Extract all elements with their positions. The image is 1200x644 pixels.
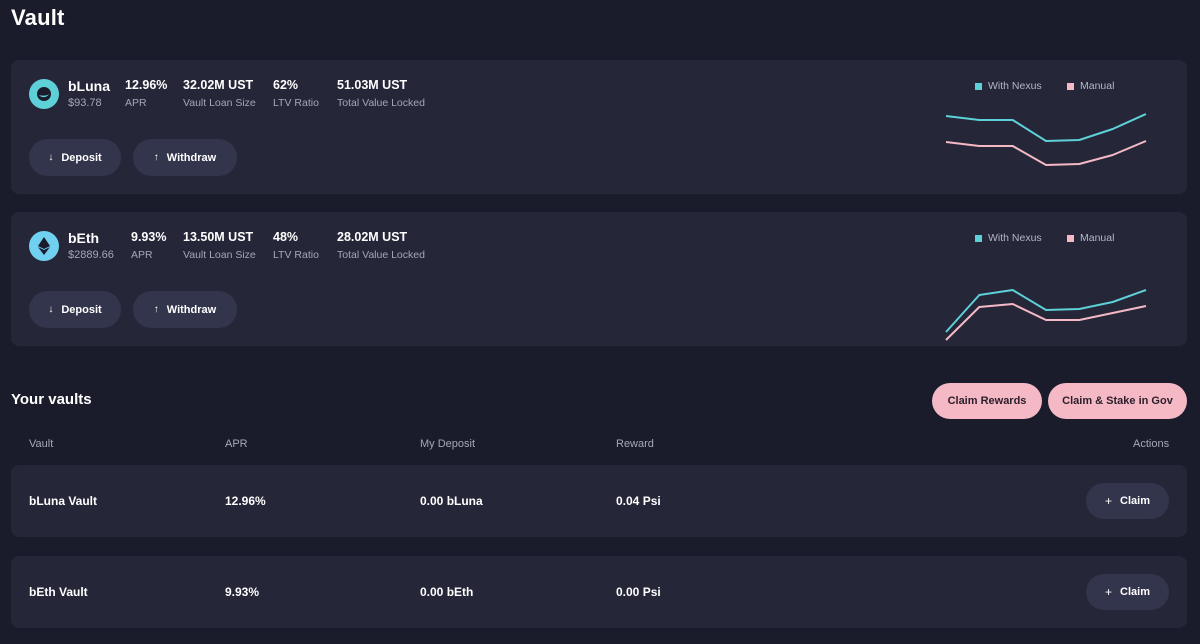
stat-label: Vault Loan Size [183, 249, 256, 261]
claim-button[interactable]: + Claim [1086, 574, 1169, 610]
column-header-apr: APR [225, 438, 248, 450]
claim-button[interactable]: + Claim [1086, 483, 1169, 519]
arrow-down-icon: ↓ [48, 152, 54, 163]
legend-swatch [975, 234, 982, 242]
stat-value: 12.96% [125, 78, 168, 92]
stat-value: 48% [273, 230, 299, 244]
cell-deposit: 0.00 bLuna [420, 494, 483, 508]
cell-apr: 12.96% [225, 494, 266, 508]
stat-total-value-locked: 51.03M UST Total Value Locked [337, 78, 425, 109]
stat-vault-loan-size: 32.02M UST Vault Loan Size [183, 78, 256, 109]
ethereum-icon [29, 231, 59, 261]
stat-apr: 12.96% APR [125, 78, 167, 109]
stat-label: LTV Ratio [273, 97, 319, 109]
token-price: $2889.66 [68, 249, 114, 261]
stat-apr: 9.93% APR [131, 230, 166, 261]
stat-label: Total Value Locked [337, 97, 425, 109]
plus-icon: + [1105, 494, 1113, 508]
token-price: $93.78 [68, 97, 102, 109]
withdraw-button[interactable]: ↑ Withdraw [133, 291, 237, 328]
token-name: bLuna [68, 78, 110, 94]
stat-ltv-ratio: 62% LTV Ratio [273, 78, 319, 109]
cell-reward: 0.04 Psi [616, 494, 661, 508]
series-line-with-nexus [945, 113, 1147, 142]
cell-deposit: 0.00 bEth [420, 585, 474, 599]
claim-label: Claim [1120, 586, 1150, 598]
stat-label: Vault Loan Size [183, 97, 256, 109]
stat-value: 13.50M UST [183, 230, 254, 244]
stat-value: 32.02M UST [183, 78, 254, 92]
withdraw-label: Withdraw [166, 151, 217, 164]
luna-icon [29, 79, 59, 109]
stat-label: LTV Ratio [273, 249, 319, 261]
stat-value: 9.93% [131, 230, 167, 244]
column-header-actions: Actions [1133, 438, 1170, 450]
arrow-up-icon: ↑ [153, 152, 159, 163]
your-vaults-title: Your vaults [11, 391, 92, 408]
cell-vault: bLuna Vault [29, 494, 98, 508]
token-name: bEth [68, 230, 100, 246]
series-line-manual [945, 140, 1147, 166]
legend-swatch [1067, 82, 1074, 90]
stat-value: 28.02M UST [337, 230, 408, 244]
stat-label: Total Value Locked [337, 249, 425, 261]
column-header-vault: Vault [29, 438, 54, 450]
stat-value: 51.03M UST [337, 78, 408, 92]
arrow-down-icon: ↓ [48, 304, 54, 315]
table-row: bEth Vault 9.93% 0.00 bEth 0.00 Psi + Cl… [11, 556, 1187, 628]
stat-label: APR [131, 249, 153, 261]
stat-total-value-locked: 28.02M UST Total Value Locked [337, 230, 425, 261]
vault-card-beth: bEth $2889.66 9.93% APR 13.50M UST Vault… [11, 212, 1187, 346]
legend-swatch [1067, 234, 1074, 242]
arrow-up-icon: ↑ [153, 304, 159, 315]
claim-rewards-button[interactable]: Claim Rewards [932, 383, 1042, 419]
withdraw-button[interactable]: ↑ Withdraw [133, 139, 237, 176]
withdraw-label: Withdraw [166, 303, 217, 316]
plus-icon: + [1105, 585, 1113, 599]
page-title: Vault [11, 5, 65, 30]
column-header-reward: Reward [616, 438, 654, 450]
table-row: bLuna Vault 12.96% 0.00 bLuna 0.04 Psi +… [11, 465, 1187, 537]
cell-reward: 0.00 Psi [616, 585, 661, 599]
legend-swatch [975, 82, 982, 90]
claim-label: Claim [1120, 495, 1150, 507]
vault-performance-chart [945, 289, 1147, 341]
stat-label: APR [125, 97, 147, 109]
stat-vault-loan-size: 13.50M UST Vault Loan Size [183, 230, 256, 261]
deposit-button[interactable]: ↓ Deposit [29, 139, 121, 176]
deposit-label: Deposit [61, 151, 102, 164]
claim-and-stake-button[interactable]: Claim & Stake in Gov [1048, 383, 1187, 419]
deposit-label: Deposit [61, 303, 102, 316]
vault-performance-chart [945, 113, 1147, 166]
cell-apr: 9.93% [225, 585, 260, 599]
deposit-button[interactable]: ↓ Deposit [29, 291, 121, 328]
column-header-my-deposit: My Deposit [420, 438, 476, 450]
vault-card-bluna: bLuna $93.78 12.96% APR 32.02M UST Vault… [11, 60, 1187, 194]
stat-value: 62% [273, 78, 299, 92]
stat-ltv-ratio: 48% LTV Ratio [273, 230, 319, 261]
cell-vault: bEth Vault [29, 585, 88, 599]
